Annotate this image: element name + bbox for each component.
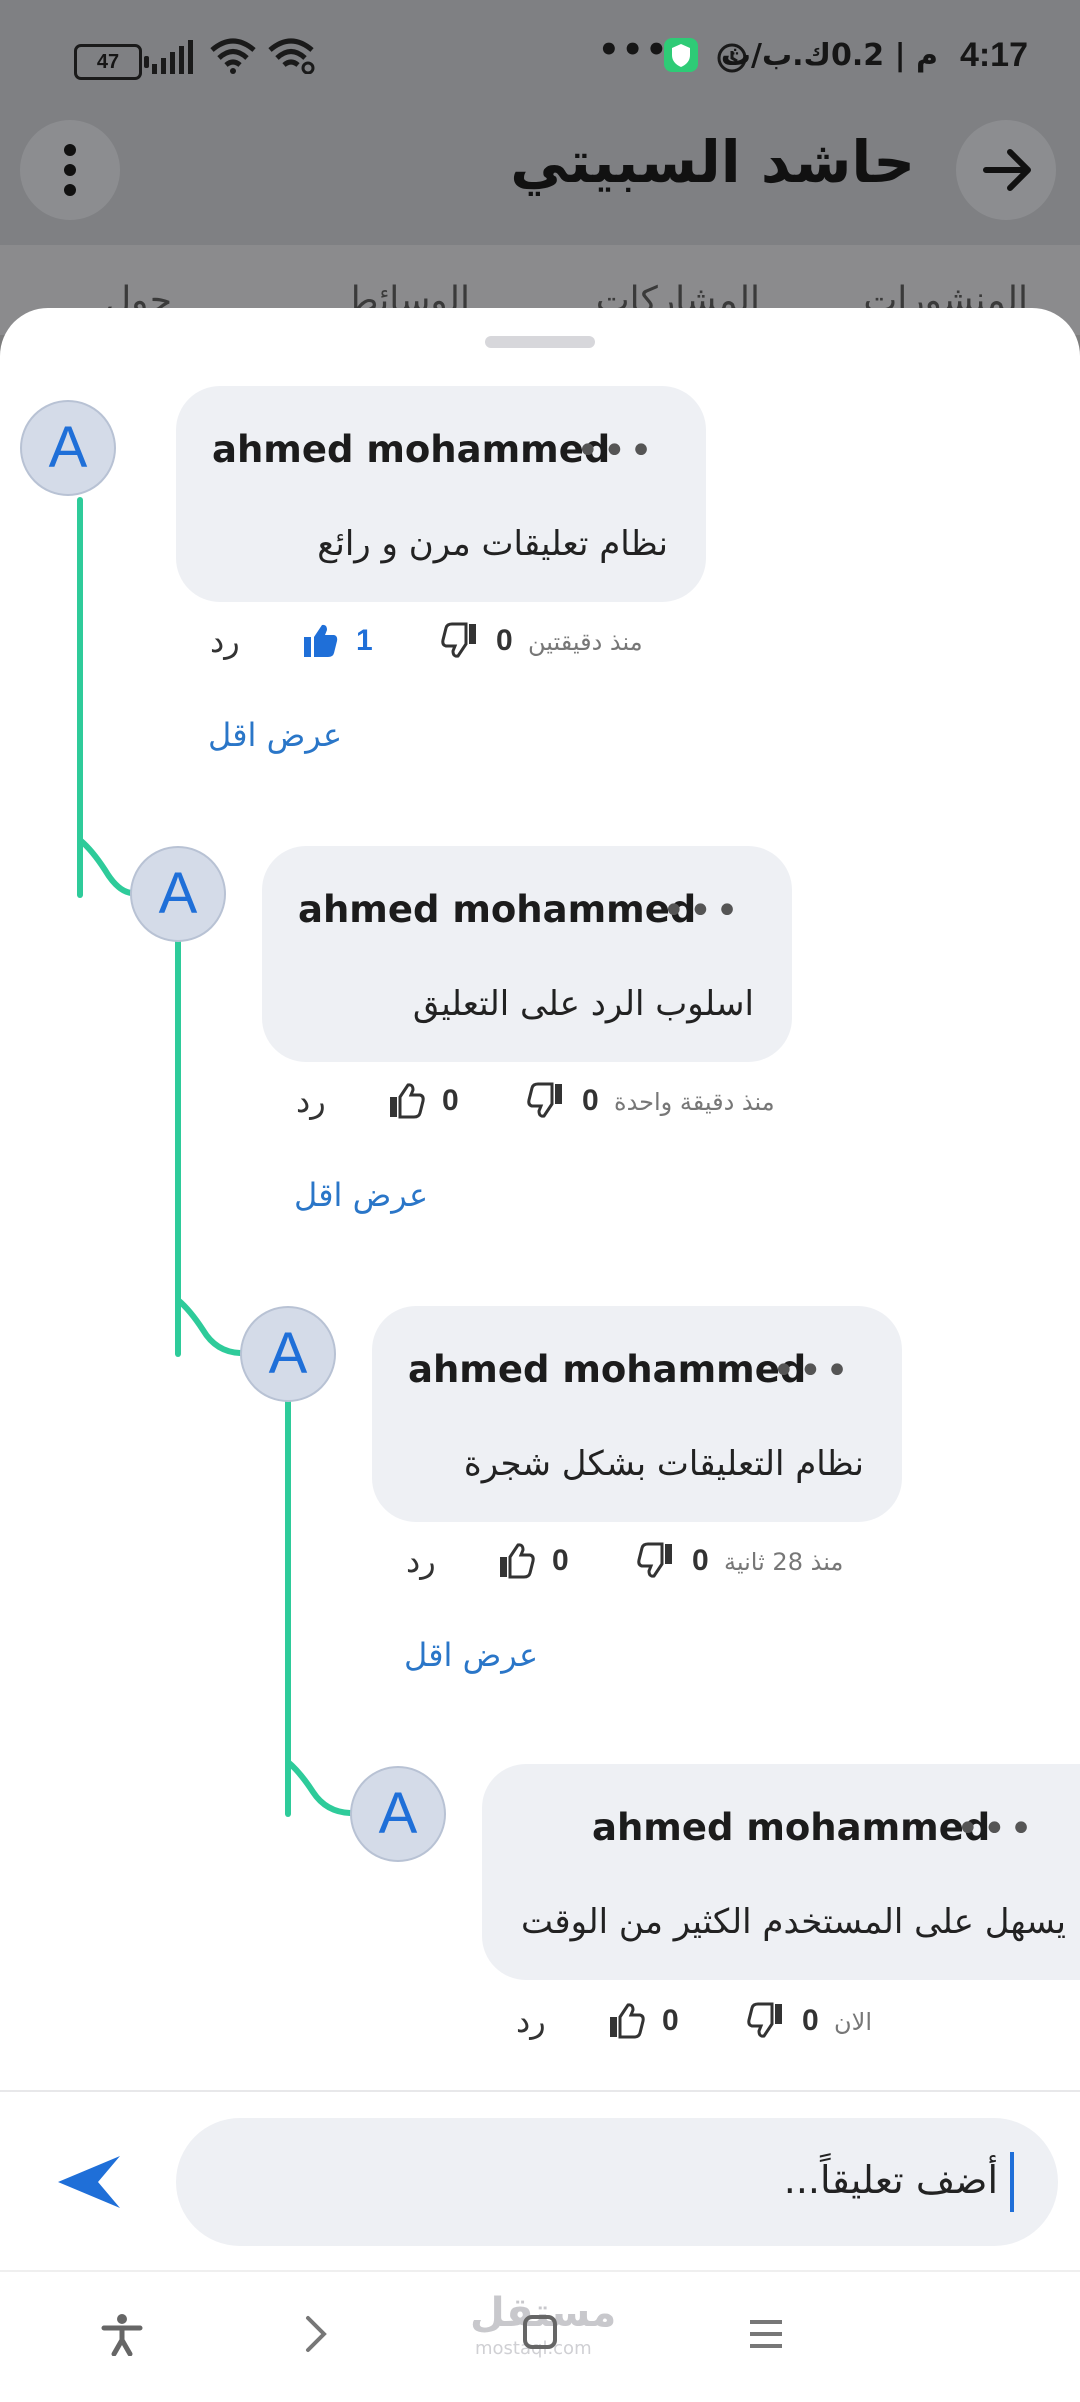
comment-author[interactable]: ahmed mohammed	[592, 1806, 990, 1849]
send-icon[interactable]	[54, 2150, 124, 2214]
comment-time: الان	[834, 2008, 872, 2036]
comment-actions: رد 1 0 منذ دقيقتين	[200, 616, 660, 666]
comment-text: يسهل على المستخدم الكثير من الوقت	[521, 1902, 1066, 1942]
text-cursor	[1010, 2152, 1014, 2212]
show-less-link[interactable]: عرض اقل	[404, 1636, 538, 1674]
avatar[interactable]: A	[130, 846, 226, 942]
avatar[interactable]: A	[20, 400, 116, 496]
dislike-icon[interactable]	[636, 1540, 676, 1580]
more-options-icon[interactable]: •••	[956, 1806, 1036, 1852]
like-icon[interactable]	[606, 2000, 646, 2040]
comment-text: اسلوب الرد على التعليق	[412, 984, 754, 1024]
reply-button[interactable]: رد	[516, 2002, 546, 2040]
dislike-icon[interactable]	[746, 2000, 786, 2040]
like-icon[interactable]	[496, 1540, 536, 1580]
input-divider	[0, 2090, 1080, 2092]
dislike-count: 0	[802, 2004, 819, 2037]
home-nav-icon[interactable]	[522, 2314, 558, 2350]
show-less-link[interactable]: عرض اقل	[208, 716, 342, 754]
comment-bubble: ahmed mohammed ••• نظام التعليقات بشكل ش…	[372, 1306, 902, 1522]
comment-input[interactable]: أضف تعليقاً...	[176, 2118, 1058, 2246]
comment-actions: رد 0 0 منذ دقيقة واحدة	[286, 1076, 806, 1126]
more-options-icon[interactable]: •••	[662, 888, 742, 934]
comment-author[interactable]: ahmed mohammed	[298, 888, 696, 931]
dislike-count: 0	[496, 624, 513, 657]
more-options-icon[interactable]: •••	[576, 428, 656, 474]
show-less-link[interactable]: عرض اقل	[294, 1176, 428, 1214]
dislike-count: 0	[692, 1544, 709, 1577]
comment-text: نظام تعليقات مرن و رائع	[317, 524, 668, 564]
comment-text: نظام التعليقات بشكل شجرة	[463, 1444, 864, 1484]
comment-author[interactable]: ahmed mohammed	[408, 1348, 806, 1391]
reply-button[interactable]: رد	[210, 622, 240, 660]
back-nav-icon[interactable]	[300, 2314, 330, 2354]
avatar[interactable]: A	[350, 1766, 446, 1862]
comment-time: منذ دقيقتين	[528, 628, 643, 656]
comment-actions: رد 0 0 منذ 28 ثانية	[396, 1536, 896, 1586]
avatar[interactable]: A	[240, 1306, 336, 1402]
reply-button[interactable]: رد	[406, 1542, 436, 1580]
comment-time: منذ 28 ثانية	[724, 1548, 844, 1576]
comment-time: منذ دقيقة واحدة	[614, 1088, 775, 1116]
recents-nav-icon[interactable]	[748, 2318, 784, 2350]
comment-author[interactable]: ahmed mohammed	[212, 428, 610, 471]
dislike-count: 0	[582, 1084, 599, 1117]
like-count: 0	[552, 1544, 569, 1577]
like-icon[interactable]	[386, 1080, 426, 1120]
dislike-icon[interactable]	[440, 620, 480, 660]
like-count: 0	[662, 2004, 679, 2037]
accessibility-icon[interactable]	[100, 2312, 144, 2356]
comment-bubble: ahmed mohammed ••• نظام تعليقات مرن و را…	[176, 386, 706, 602]
comment-bubble: ahmed mohammed ••• اسلوب الرد على التعلي…	[262, 846, 792, 1062]
reply-button[interactable]: رد	[296, 1082, 326, 1120]
like-filled-icon[interactable]	[300, 620, 340, 660]
comment-bubble: ahmed mohammed ••• يسهل على المستخدم الك…	[482, 1764, 1080, 1980]
comment-input-placeholder[interactable]: أضف تعليقاً...	[784, 2158, 998, 2202]
like-count: 1	[356, 624, 373, 657]
dislike-icon[interactable]	[526, 1080, 566, 1120]
like-count: 0	[442, 1084, 459, 1117]
more-options-icon[interactable]: •••	[772, 1348, 852, 1394]
comment-actions: رد 0 0 الان	[506, 1996, 906, 2046]
